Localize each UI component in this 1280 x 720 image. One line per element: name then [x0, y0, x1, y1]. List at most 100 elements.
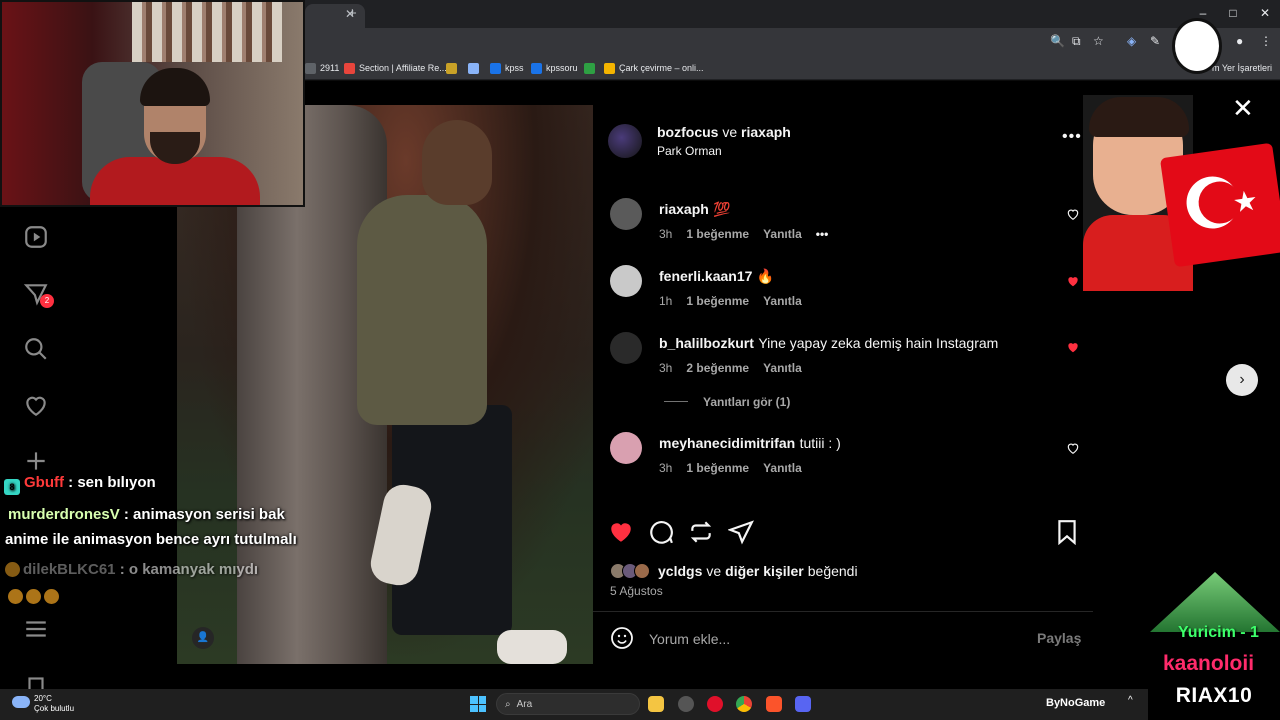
- comment-likes[interactable]: 2 beğenme: [686, 361, 749, 375]
- comment-likes[interactable]: 1 beğenme: [686, 461, 749, 475]
- comment-username[interactable]: b_halilbozkurt: [659, 335, 754, 351]
- bookmark-item[interactable]: kpss: [490, 60, 524, 76]
- notifications-heart-icon[interactable]: [23, 392, 49, 418]
- bookmark-item[interactable]: [468, 60, 479, 76]
- comment-meta: 1h 1 beğenme Yanıtla: [659, 294, 802, 308]
- opera-icon[interactable]: [707, 696, 723, 712]
- close-modal-button[interactable]: ✕: [1232, 95, 1254, 121]
- comment-liked-heart-icon[interactable]: [1066, 340, 1080, 354]
- bookmark-favicon: [584, 62, 595, 74]
- pen-icon[interactable]: ✎: [1150, 34, 1160, 48]
- like-heart-icon[interactable]: [608, 519, 634, 545]
- file-explorer-icon[interactable]: [648, 696, 664, 712]
- bookmark-item[interactable]: kpssoru: [531, 60, 578, 76]
- comment-meta: 3h 1 beğenme Yanıtla •••: [659, 227, 828, 241]
- comment-avatar[interactable]: [610, 265, 642, 297]
- panda-logo-icon: [1172, 18, 1222, 74]
- other-bookmarks[interactable]: m Yer İşaretleri: [1212, 60, 1272, 76]
- comment-text: 💯: [713, 201, 731, 217]
- weather-cloud-icon[interactable]: [12, 696, 30, 708]
- repost-icon[interactable]: [688, 519, 714, 545]
- menu-hamburger-icon[interactable]: [23, 616, 49, 642]
- profile-avatar[interactable]: ●: [1236, 34, 1243, 48]
- new-tab-button[interactable]: +: [348, 5, 357, 22]
- author-link[interactable]: bozfocus: [657, 124, 718, 140]
- close-window-button[interactable]: ✕: [1250, 6, 1280, 20]
- comment-avatar[interactable]: [610, 432, 642, 464]
- emoji-icon[interactable]: [610, 626, 634, 650]
- create-plus-icon[interactable]: [23, 448, 49, 474]
- promo-code-banner: RIAX10: [1148, 676, 1280, 720]
- comment-reply-button[interactable]: Yanıtla: [763, 294, 802, 308]
- comment-like-heart-icon[interactable]: [1066, 441, 1080, 455]
- brave-icon[interactable]: [766, 696, 782, 712]
- chat-message: dilekBLKC61 : o kamanyak mıydı: [5, 561, 258, 578]
- bookmark-item[interactable]: Çark çevirme – onli...: [604, 60, 704, 76]
- comment-username[interactable]: meyhanecidimitrifan: [659, 435, 795, 451]
- comment-time: 3h: [659, 361, 673, 375]
- bookmark-item[interactable]: [584, 60, 595, 76]
- next-post-button[interactable]: ›: [1226, 364, 1258, 396]
- tray-chevron-icon[interactable]: ^: [1128, 695, 1133, 706]
- post-author-avatar[interactable]: [608, 124, 642, 158]
- comment-reply-button[interactable]: Yanıtla: [763, 227, 802, 241]
- install-app-icon[interactable]: ⧉: [1072, 34, 1081, 49]
- zoom-icon[interactable]: 🔍: [1050, 34, 1065, 48]
- post-comment-button[interactable]: Paylaş: [1037, 630, 1081, 646]
- promo-code: RIAX10: [1175, 684, 1253, 707]
- bookmark-favicon: [468, 62, 479, 74]
- windows-start-icon[interactable]: [470, 696, 486, 712]
- post-more-button[interactable]: •••: [1062, 128, 1082, 146]
- comment-username[interactable]: riaxaph: [659, 201, 709, 217]
- bookmark-item[interactable]: Section | Affiliate Re...: [344, 60, 447, 76]
- search-placeholder: Ara: [516, 698, 533, 710]
- app-icon[interactable]: [678, 696, 694, 712]
- share-paper-plane-icon[interactable]: [728, 519, 754, 545]
- save-bookmark-icon[interactable]: [1054, 519, 1080, 545]
- comment-bubble-icon[interactable]: [648, 519, 674, 545]
- temperature: 20°C: [34, 694, 52, 703]
- view-replies-button[interactable]: Yanıtları gör (1): [703, 395, 790, 409]
- streamer-shirt: [90, 157, 260, 205]
- comment-like-heart-icon[interactable]: [1066, 207, 1080, 221]
- comment-time: 1h: [659, 294, 673, 308]
- comment-reply-button[interactable]: Yanıtla: [763, 361, 802, 375]
- maximize-button[interactable]: □: [1218, 6, 1248, 20]
- bookmark-favicon: [531, 62, 542, 74]
- sticker-hair: [1089, 97, 1189, 137]
- taskbar-search[interactable]: ⌕ Ara: [496, 693, 640, 715]
- comment-time: 3h: [659, 227, 673, 241]
- discord-icon[interactable]: [795, 696, 811, 712]
- comment-likes[interactable]: 1 beğenme: [686, 294, 749, 308]
- chrome-icon[interactable]: [736, 696, 752, 712]
- post-authors: bozfocus ve riaxaph: [657, 124, 791, 140]
- bookmark-item[interactable]: [446, 60, 457, 76]
- coauthor-link[interactable]: riaxaph: [741, 124, 791, 140]
- comment-avatar[interactable]: [610, 198, 642, 230]
- tagged-users-icon[interactable]: 👤: [192, 627, 214, 649]
- weather-widget[interactable]: 20°C Çok bulutlu: [34, 694, 74, 714]
- post-location[interactable]: Park Orman: [657, 144, 722, 158]
- menu-kebab-icon[interactable]: ⋮: [1260, 34, 1272, 48]
- comment-options-icon[interactable]: •••: [816, 227, 829, 241]
- liker-username[interactable]: ycldgs: [658, 563, 702, 579]
- comment-reply-button[interactable]: Yanıtla: [763, 461, 802, 475]
- liked-by: ycldgs ve diğer kişiler beğendi: [610, 563, 858, 579]
- comment-avatar[interactable]: [610, 332, 642, 364]
- reels-icon[interactable]: [23, 224, 49, 250]
- comment-likes[interactable]: 1 beğenme: [686, 227, 749, 241]
- comment-input[interactable]: [649, 629, 1009, 649]
- bookmark-star-icon[interactable]: ☆: [1093, 34, 1104, 48]
- extension-icon[interactable]: ◈: [1127, 34, 1136, 48]
- bookmark-item[interactable]: 2911: [305, 60, 339, 76]
- comment-liked-heart-icon[interactable]: [1066, 274, 1080, 288]
- chat-message: 8 Gbuff : sen bılıyon: [4, 474, 156, 495]
- search-icon[interactable]: [23, 336, 49, 362]
- other-likers-link[interactable]: diğer kişiler: [725, 563, 804, 579]
- chat-username: dilekBLKC61: [23, 561, 116, 578]
- bookmark-favicon: [305, 62, 316, 74]
- comment-username[interactable]: fenerli.kaan17: [659, 268, 752, 284]
- comment-body: riaxaph 💯: [659, 201, 731, 219]
- chat-emote-icon: [5, 562, 20, 577]
- chat-message: anime ile animasyon bence ayrı tutulmalı: [5, 531, 297, 548]
